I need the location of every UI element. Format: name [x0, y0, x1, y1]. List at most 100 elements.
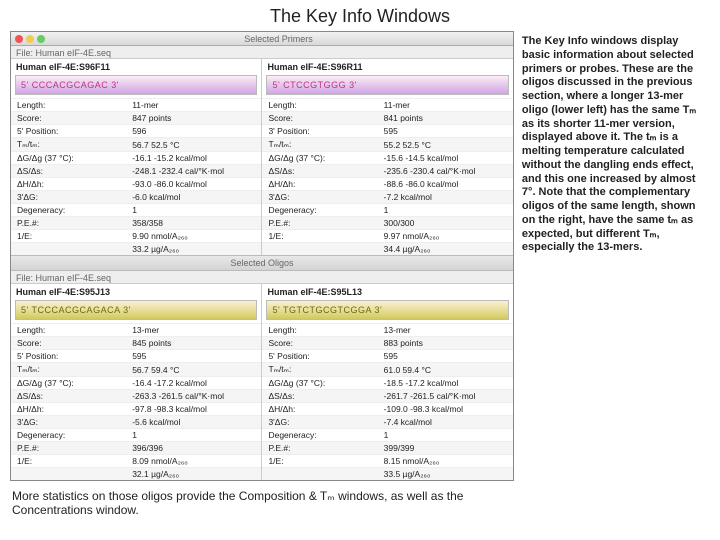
stat-label: Tₘ/tₘ:	[11, 138, 126, 152]
stat-label	[11, 468, 126, 481]
stat-label: 3'ΔG:	[11, 416, 126, 429]
stat-value: -16.4 -17.2 kcal/mol	[126, 377, 261, 390]
stat-label: ΔG/Δg (37 °C):	[11, 377, 126, 390]
stat-label: Degeneracy:	[11, 204, 126, 217]
table-row: Degeneracy:1	[11, 204, 261, 217]
stat-value: -235.6 -230.4 cal/°K·mol	[378, 165, 513, 178]
stat-label: Degeneracy:	[11, 429, 126, 442]
stat-label: Length:	[262, 324, 377, 337]
page-title: The Key Info Windows	[0, 0, 720, 31]
table-row: P.E.#:358/358	[11, 217, 261, 230]
stat-value: 56.7 59.4 °C	[126, 363, 261, 377]
oligo-name: Human eIF-4E:S96F11	[11, 59, 261, 73]
stat-value: 9.90 nmol/A₂₆₀	[126, 230, 261, 243]
stat-value: 596	[126, 125, 261, 138]
oligo-col-left: Human eIF-4E:S95J13 5' TCCCACGCAGACA 3' …	[11, 284, 262, 480]
stat-label: Length:	[11, 324, 126, 337]
stat-value: -16.1 -15.2 kcal/mol	[126, 152, 261, 165]
stat-label: 1/E:	[262, 455, 377, 468]
stat-label: ΔG/Δg (37 °C):	[262, 377, 377, 390]
stat-label: 3'ΔG:	[11, 191, 126, 204]
table-row: P.E.#:300/300	[262, 217, 512, 230]
stat-label	[11, 243, 126, 256]
table-row: Degeneracy:1	[11, 429, 261, 442]
table-row: 34.4 µg/A₂₆₀	[262, 243, 512, 256]
table-row: Score:845 points	[11, 337, 261, 350]
table-row: 1/E:8.15 nmol/A₂₆₀	[262, 455, 512, 468]
stat-value: 1	[378, 204, 513, 217]
stat-label: ΔS/Δs:	[11, 390, 126, 403]
stat-label: 1/E:	[11, 455, 126, 468]
stat-value: -15.6 -14.5 kcal/mol	[378, 152, 513, 165]
stat-value: 595	[378, 350, 513, 363]
stat-value: 883 points	[378, 337, 513, 350]
sequence-reverse: 5' TCCCACGCAGACA 3'	[15, 300, 257, 320]
table-row: ΔH/Δh:-88.6 -86.0 kcal/mol	[262, 178, 512, 191]
stat-label: Tₘ/tₘ:	[262, 363, 377, 377]
table-row: 1/E:9.97 nmol/A₂₆₀	[262, 230, 512, 243]
table-row: 3' Position:595	[262, 125, 512, 138]
table-row: Length:13-mer	[11, 324, 261, 337]
stat-label: 5' Position:	[11, 350, 126, 363]
table-row: ΔS/Δs:-235.6 -230.4 cal/°K·mol	[262, 165, 512, 178]
stat-label: Length:	[11, 99, 126, 112]
stat-value: 1	[126, 204, 261, 217]
stat-label	[262, 468, 377, 481]
stat-value: -88.6 -86.0 kcal/mol	[378, 178, 513, 191]
stat-value: 399/399	[378, 442, 513, 455]
stat-label: Tₘ/tₘ:	[11, 363, 126, 377]
stat-value: 61.0 59.4 °C	[378, 363, 513, 377]
stat-label: ΔS/Δs:	[262, 390, 377, 403]
stat-value: 9.97 nmol/A₂₆₀	[378, 230, 513, 243]
table-row: Degeneracy:1	[262, 429, 512, 442]
stats-table: Length:13-merScore:845 points5' Position…	[11, 323, 261, 480]
stat-label: 5' Position:	[11, 125, 126, 138]
sequence-forward: 5' CCCACGCAGAC 3'	[15, 75, 257, 95]
sequence-reverse: 5' TGTCTGCGTCGGA 3'	[266, 300, 508, 320]
stat-label: ΔS/Δs:	[262, 165, 377, 178]
sequence-forward: 5' CTCCGTGGG 3'	[266, 75, 508, 95]
stat-value: -97.8 -98.3 kcal/mol	[126, 403, 261, 416]
stat-value: 8.09 nmol/A₂₆₀	[126, 455, 261, 468]
stat-value: 1	[126, 429, 261, 442]
oligo-name: Human eIF-4E:S96R11	[262, 59, 512, 73]
stat-value: -5.6 kcal/mol	[126, 416, 261, 429]
stats-table: Length:11-merScore:841 points3' Position…	[262, 98, 512, 255]
table-row: 5' Position:595	[11, 350, 261, 363]
stat-value: -109.0 -98.3 kcal/mol	[378, 403, 513, 416]
stat-value: -248.1 -232.4 cal/°K·mol	[126, 165, 261, 178]
table-row: ΔH/Δh:-97.8 -98.3 kcal/mol	[11, 403, 261, 416]
table-row: Score:841 points	[262, 112, 512, 125]
zoom-icon[interactable]	[37, 35, 45, 43]
table-row: ΔS/Δs:-263.3 -261.5 cal/°K·mol	[11, 390, 261, 403]
stat-value: 33.2 µg/A₂₆₀	[126, 243, 261, 256]
stat-label: ΔH/Δh:	[262, 178, 377, 191]
stat-label: Tₘ/tₘ:	[262, 138, 377, 152]
minimize-icon[interactable]	[26, 35, 34, 43]
stat-value: 396/396	[126, 442, 261, 455]
table-row: 3'ΔG: -6.0 kcal/mol	[11, 191, 261, 204]
primer-col-right: Human eIF-4E:S96R11 5' CTCCGTGGG 3' Leng…	[262, 59, 512, 255]
table-row: 32.1 µg/A₂₆₀	[11, 468, 261, 481]
stat-value: 595	[126, 350, 261, 363]
stat-label: ΔS/Δs:	[11, 165, 126, 178]
file-label: File: Human eIF-4E.seq	[11, 46, 513, 59]
stat-value: 11-mer	[126, 99, 261, 112]
stat-value: 300/300	[378, 217, 513, 230]
close-icon[interactable]	[15, 35, 23, 43]
table-row: Tₘ/tₘ:55.2 52.5 °C	[262, 138, 512, 152]
stat-label: ΔG/Δg (37 °C):	[11, 152, 126, 165]
stat-value: -18.5 -17.2 kcal/mol	[378, 377, 513, 390]
stat-label: Score:	[262, 112, 377, 125]
window-chrome-top: Selected Primers	[11, 32, 513, 46]
stat-label: ΔH/Δh:	[11, 178, 126, 191]
table-row: 33.2 µg/A₂₆₀	[11, 243, 261, 256]
stat-label: 1/E:	[262, 230, 377, 243]
table-row: ΔG/Δg (37 °C):-15.6 -14.5 kcal/mol	[262, 152, 512, 165]
table-row: Degeneracy:1	[262, 204, 512, 217]
table-row: Length:13-mer	[262, 324, 512, 337]
stat-value: -7.4 kcal/mol	[378, 416, 513, 429]
stat-value: -6.0 kcal/mol	[126, 191, 261, 204]
stat-label: 3'ΔG:	[262, 416, 377, 429]
stat-label: ΔH/Δh:	[262, 403, 377, 416]
